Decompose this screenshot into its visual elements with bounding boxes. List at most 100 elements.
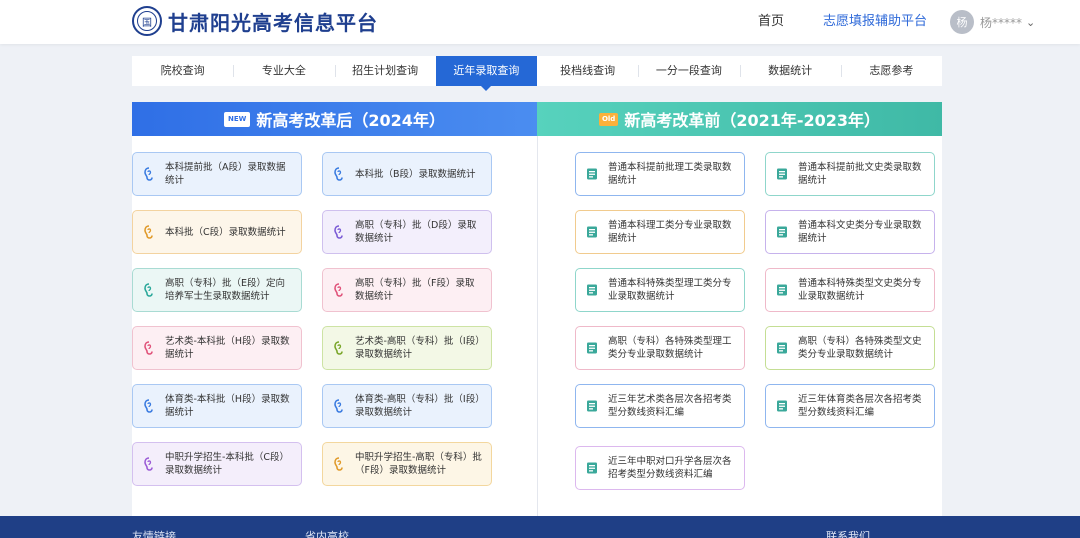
card-label: 普通本科特殊类型理工类分专业录取数据统计	[608, 278, 732, 302]
ear-icon	[141, 282, 157, 298]
ear-icon	[331, 456, 347, 472]
before-card[interactable]: 普通本科特殊类型文史类分专业录取数据统计	[765, 268, 935, 312]
site-title: 甘肃阳光高考信息平台	[168, 10, 378, 35]
after-card[interactable]: 艺术类-本科批（H段）录取数据统计	[132, 326, 302, 370]
card-label: 普通本科提前批理工类录取数据统计	[608, 162, 732, 186]
user-menu[interactable]: 杨 杨***** ⌄	[950, 10, 1035, 34]
menu-item-cutoff[interactable]: 投档线查询	[537, 56, 638, 86]
section-divider	[537, 136, 538, 516]
card-label: 本科批（B段）录取数据统计	[355, 168, 476, 180]
ear-icon	[141, 340, 157, 356]
document-icon	[584, 282, 600, 298]
before-card[interactable]: 高职（专科）各特殊类型文史类分专业录取数据统计	[765, 326, 935, 370]
card-label: 普通本科提前批文史类录取数据统计	[798, 162, 922, 186]
after-card[interactable]: 中职升学招生-本科批（C段）录取数据统计	[132, 442, 302, 486]
before-card[interactable]: 普通本科提前批文史类录取数据统计	[765, 152, 935, 196]
menu-item-schools[interactable]: 院校查询	[132, 56, 233, 86]
document-icon	[774, 282, 790, 298]
footer-links-heading: 友情链接	[132, 530, 176, 538]
menu-item-reference[interactable]: 志愿参考	[840, 56, 942, 86]
ear-icon	[141, 398, 157, 414]
ear-icon	[331, 340, 347, 356]
card-label: 本科提前批（A段）录取数据统计	[165, 162, 286, 186]
document-icon	[584, 166, 600, 182]
card-label: 体育类-本科批（H段）录取数据统计	[165, 394, 290, 418]
card-label: 近三年体育类各层次各招考类型分数线资料汇编	[798, 394, 922, 418]
before-card[interactable]: 近三年艺术类各层次各招考类型分数线资料汇编	[575, 384, 745, 428]
before-card[interactable]: 普通本科文史类分专业录取数据统计	[765, 210, 935, 254]
admission-panel: NEW 新高考改革后（2024年） Old 新高考改革前（2021年-2023年…	[132, 102, 942, 516]
document-icon	[584, 398, 600, 414]
after-card[interactable]: 高职（专科）批（E段）定向培养军士生录取数据统计	[132, 268, 302, 312]
after-card[interactable]: 高职（专科）批（F段）录取数据统计	[322, 268, 492, 312]
card-label: 普通本科文史类分专业录取数据统计	[798, 220, 922, 244]
after-card[interactable]: 本科批（B段）录取数据统计	[322, 152, 492, 196]
main-menu: 院校查询 专业大全 招生计划查询 近年录取查询 投档线查询 一分一段查询 数据统…	[132, 56, 942, 91]
card-label: 高职（专科）批（D段）录取数据统计	[355, 220, 477, 244]
footer-contact-heading: 联系我们	[826, 530, 870, 538]
before-card[interactable]: 高职（专科）各特殊类型理工类分专业录取数据统计	[575, 326, 745, 370]
card-label: 高职（专科）各特殊类型理工类分专业录取数据统计	[608, 336, 732, 360]
nav-platform-link[interactable]: 志愿填报辅助平台	[823, 0, 927, 44]
username[interactable]: 杨*****	[980, 14, 1022, 31]
document-icon	[584, 340, 600, 356]
before-card[interactable]: 近三年体育类各层次各招考类型分数线资料汇编	[765, 384, 935, 428]
card-label: 本科批（C段）录取数据统计	[165, 226, 286, 238]
menu-item-score-rank[interactable]: 一分一段查询	[638, 56, 739, 86]
footer-schools-heading: 省内高校	[305, 530, 349, 538]
section-header-after[interactable]: NEW 新高考改革后（2024年）	[132, 102, 537, 136]
document-icon	[774, 398, 790, 414]
nav-home-link[interactable]: 首页	[758, 0, 784, 44]
after-card[interactable]: 艺术类-高职（专科）批（I段）录取数据统计	[322, 326, 492, 370]
after-card[interactable]: 本科批（C段）录取数据统计	[132, 210, 302, 254]
section-title-before: 新高考改革前（2021年-2023年）	[624, 111, 881, 130]
card-label: 中职升学招生-本科批（C段）录取数据统计	[165, 452, 290, 476]
card-label: 艺术类-高职（专科）批（I段）录取数据统计	[355, 336, 480, 360]
emblem-icon: 国	[132, 6, 162, 36]
new-badge-icon: NEW	[224, 111, 251, 127]
menu-item-majors[interactable]: 专业大全	[233, 56, 334, 86]
card-label: 高职（专科）各特殊类型文史类分专业录取数据统计	[798, 336, 922, 360]
ear-icon	[331, 224, 347, 240]
after-card[interactable]: 中职升学招生-高职（专科）批（F段）录取数据统计	[322, 442, 492, 486]
document-icon	[774, 224, 790, 240]
card-label: 近三年中职对口升学各层次各招考类型分数线资料汇编	[608, 456, 732, 480]
card-label: 普通本科特殊类型文史类分专业录取数据统计	[798, 278, 922, 302]
after-card[interactable]: 高职（专科）批（D段）录取数据统计	[322, 210, 492, 254]
before-card[interactable]: 普通本科理工类分专业录取数据统计	[575, 210, 745, 254]
after-card[interactable]: 本科提前批（A段）录取数据统计	[132, 152, 302, 196]
menu-item-admission-history[interactable]: 近年录取查询	[435, 56, 537, 91]
after-card[interactable]: 体育类-高职（专科）批（I段）录取数据统计	[322, 384, 492, 428]
card-label: 艺术类-本科批（H段）录取数据统计	[165, 336, 290, 360]
document-icon	[774, 166, 790, 182]
after-card[interactable]: 体育类-本科批（H段）录取数据统计	[132, 384, 302, 428]
old-badge-icon: Old	[598, 112, 619, 126]
site-footer: 友情链接 省内高校 联系我们	[0, 516, 1080, 538]
card-label: 体育类-高职（专科）批（I段）录取数据统计	[355, 394, 480, 418]
document-icon	[584, 224, 600, 240]
ear-icon	[331, 282, 347, 298]
card-label: 普通本科理工类分专业录取数据统计	[608, 220, 732, 244]
card-label: 高职（专科）批（F段）录取数据统计	[355, 278, 475, 302]
ear-icon	[331, 398, 347, 414]
emblem-char: 国	[137, 11, 157, 31]
chevron-down-icon[interactable]: ⌄	[1026, 16, 1035, 29]
menu-item-statistics[interactable]: 数据统计	[739, 56, 841, 86]
before-card[interactable]: 近三年中职对口升学各层次各招考类型分数线资料汇编	[575, 446, 745, 490]
site-logo[interactable]: 国 甘肃阳光高考信息平台	[132, 6, 378, 36]
top-header: 国 甘肃阳光高考信息平台 首页 志愿填报辅助平台 杨 杨***** ⌄	[0, 0, 1080, 44]
document-icon	[774, 340, 790, 356]
section-title-after: 新高考改革后（2024年）	[256, 111, 445, 130]
document-icon	[584, 460, 600, 476]
ear-icon	[141, 456, 157, 472]
ear-icon	[331, 166, 347, 182]
card-label: 中职升学招生-高职（专科）批（F段）录取数据统计	[355, 452, 482, 476]
menu-item-enrollment-plan[interactable]: 招生计划查询	[334, 56, 436, 86]
card-label: 高职（专科）批（E段）定向培养军士生录取数据统计	[165, 278, 286, 302]
card-label: 近三年艺术类各层次各招考类型分数线资料汇编	[608, 394, 732, 418]
before-card[interactable]: 普通本科特殊类型理工类分专业录取数据统计	[575, 268, 745, 312]
ear-icon	[141, 166, 157, 182]
avatar[interactable]: 杨	[950, 10, 974, 34]
before-card[interactable]: 普通本科提前批理工类录取数据统计	[575, 152, 745, 196]
section-header-before[interactable]: Old 新高考改革前（2021年-2023年）	[537, 102, 942, 136]
